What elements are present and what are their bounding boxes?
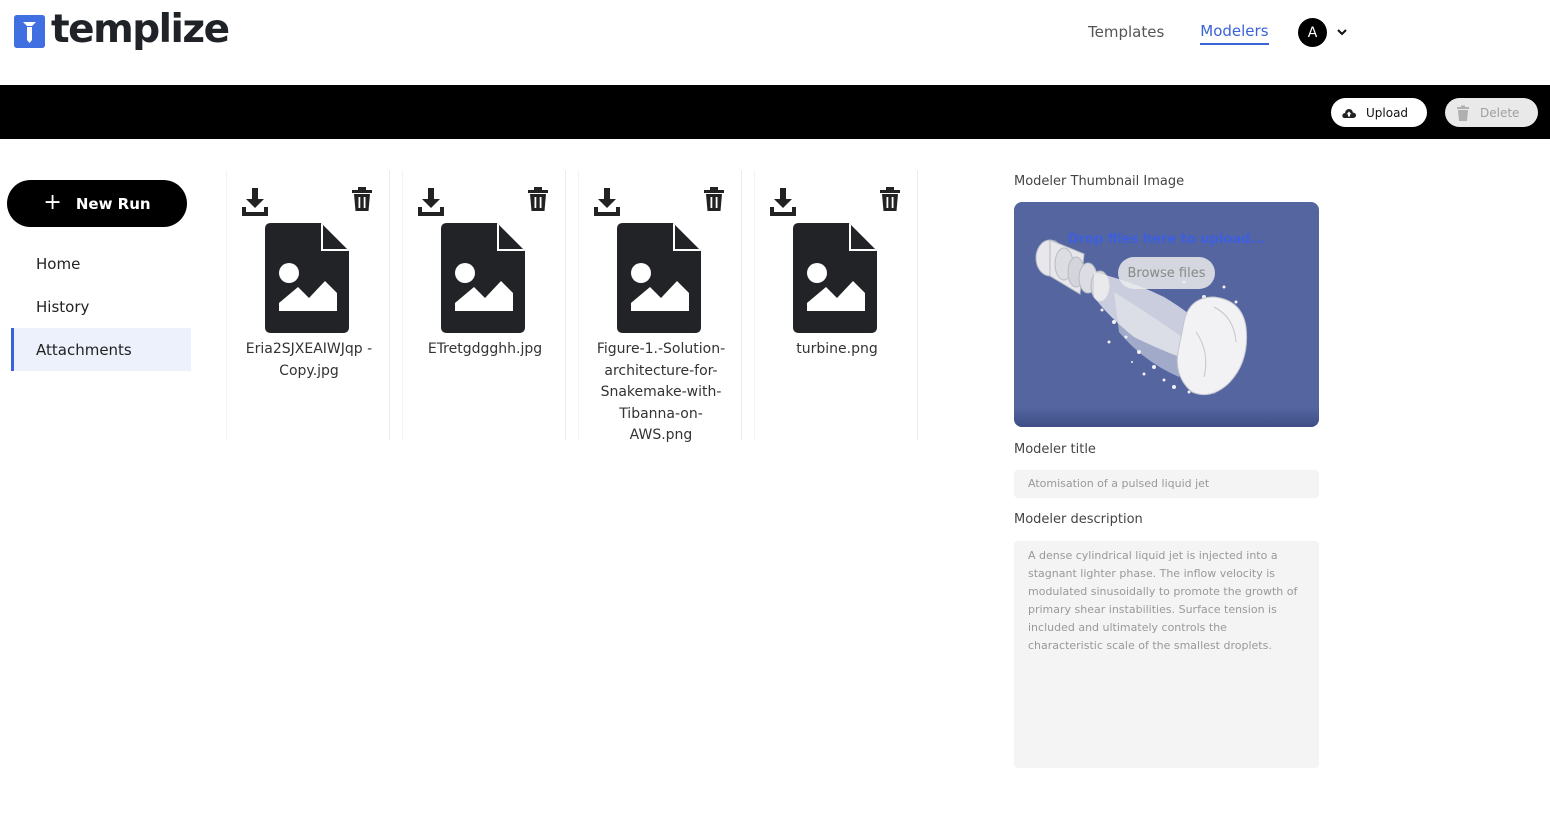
browse-files-button[interactable]: Browse files bbox=[1118, 257, 1215, 289]
trash-icon[interactable] bbox=[879, 187, 901, 211]
chevron-down-icon[interactable] bbox=[1336, 26, 1348, 38]
download-icon[interactable] bbox=[416, 187, 446, 217]
upload-button[interactable]: Upload bbox=[1331, 98, 1427, 127]
dropzone-hint: Drop files here to upload... bbox=[1067, 232, 1266, 247]
image-file-icon[interactable] bbox=[617, 223, 701, 333]
file-card: turbine.png bbox=[754, 170, 918, 440]
avatar[interactable]: A bbox=[1298, 18, 1327, 47]
new-run-label: New Run bbox=[75, 194, 151, 213]
modeler-title-field[interactable]: Atomisation of a pulsed liquid jet bbox=[1014, 470, 1319, 498]
templize-logo-icon bbox=[14, 14, 45, 48]
top-nav: Templates Modelers bbox=[1088, 22, 1269, 45]
header: templize Templates Modelers A bbox=[0, 0, 1550, 85]
file-card: Figure-1.-Solution-architecture-for-Snak… bbox=[578, 170, 742, 443]
file-name: Figure-1.-Solution-architecture-for-Snak… bbox=[596, 341, 726, 443]
image-file-icon[interactable] bbox=[793, 223, 877, 333]
image-file-icon[interactable] bbox=[441, 223, 525, 333]
file-name: turbine.png bbox=[796, 341, 878, 357]
file-card: Eria2SJXEAIWJqp - Copy.jpg bbox=[226, 170, 390, 440]
delete-button[interactable]: Delete bbox=[1445, 98, 1538, 127]
sidebar-item-label: History bbox=[36, 297, 90, 316]
trash-icon[interactable] bbox=[351, 187, 373, 211]
upload-label: Upload bbox=[1366, 105, 1409, 120]
logo[interactable]: templize bbox=[14, 7, 230, 52]
sidebar-item-home[interactable]: Home bbox=[11, 242, 191, 285]
file-name: Eria2SJXEAIWJqp - Copy.jpg bbox=[245, 341, 373, 379]
file-card: ETretgdgghh.jpg bbox=[402, 170, 566, 440]
download-icon[interactable] bbox=[240, 187, 270, 217]
trash-icon[interactable] bbox=[703, 187, 725, 211]
sidebar-item-label: Home bbox=[36, 254, 81, 273]
nav-templates[interactable]: Templates bbox=[1088, 23, 1164, 44]
sidebar-item-history[interactable]: History bbox=[11, 285, 191, 328]
download-icon[interactable] bbox=[768, 187, 798, 217]
thumbnail-shade bbox=[1014, 407, 1319, 427]
thumbnail-label: Modeler Thumbnail Image bbox=[1014, 174, 1185, 189]
description-label: Modeler description bbox=[1014, 512, 1143, 527]
trash-icon bbox=[1457, 105, 1469, 121]
image-file-icon[interactable] bbox=[265, 223, 349, 333]
cloud-upload-icon bbox=[1342, 108, 1356, 118]
new-run-button[interactable]: + New Run bbox=[7, 180, 187, 227]
file-name: ETretgdgghh.jpg bbox=[427, 341, 543, 357]
thumbnail-dropzone[interactable]: Drop files here to upload... Browse file… bbox=[1014, 202, 1319, 427]
logo-text: templize bbox=[51, 7, 230, 52]
nav-modelers[interactable]: Modelers bbox=[1200, 22, 1269, 45]
title-label: Modeler title bbox=[1014, 442, 1096, 457]
delete-label: Delete bbox=[1480, 105, 1520, 120]
sidebar-item-label: Attachments bbox=[36, 340, 132, 359]
action-toolbar: Upload Delete bbox=[0, 85, 1550, 139]
plus-icon: + bbox=[43, 190, 62, 215]
trash-icon[interactable] bbox=[527, 187, 549, 211]
download-icon[interactable] bbox=[592, 187, 622, 217]
modeler-description-field[interactable]: A dense cylindrical liquid jet is inject… bbox=[1014, 541, 1319, 768]
sidebar-item-attachments[interactable]: Attachments bbox=[11, 328, 191, 371]
